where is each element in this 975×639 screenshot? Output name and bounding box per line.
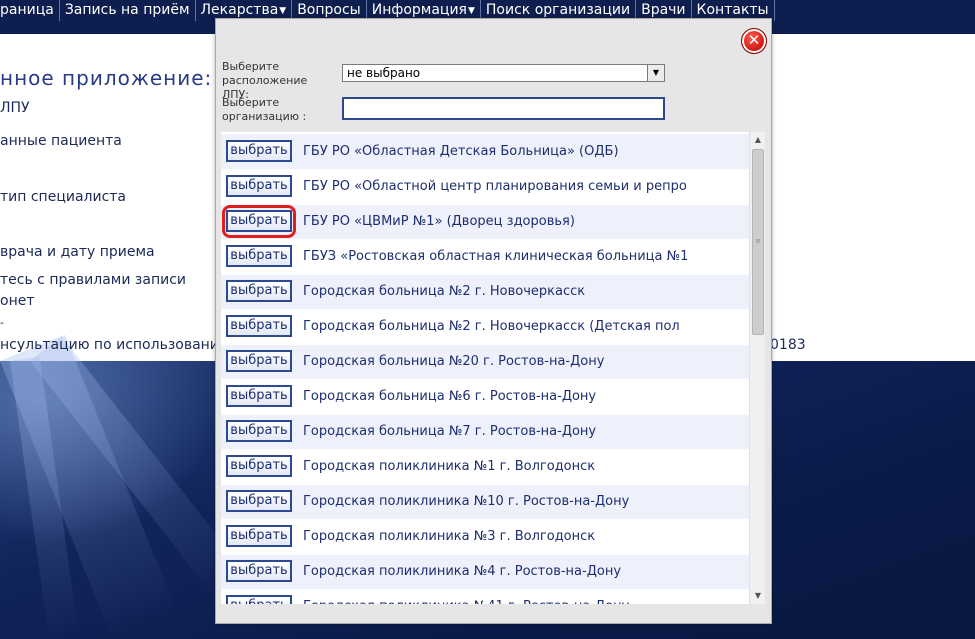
organization-name: Городская больница №2 г. Новочеркасск (Д…: [303, 319, 680, 334]
phone-fragment: 0183: [770, 337, 806, 353]
page-title: нное приложение: Ре: [0, 66, 247, 90]
organization-name: ГБУ РО «Областной центр планирования сем…: [303, 179, 687, 194]
select-organization-button[interactable]: выбрать: [226, 245, 292, 267]
select-organization-button[interactable]: выбрать: [226, 595, 292, 604]
organization-picker-dialog: ✕ Выберите расположение ЛПУ: не выбрано …: [215, 18, 772, 624]
select-organization-button[interactable]: выбрать: [226, 420, 292, 442]
step-text: -: [0, 316, 4, 329]
organization-row: выбрать Городская больница №2 г. Новочерк…: [221, 309, 749, 345]
organization-name: ГБУЗ «Ростовская областная клиническая б…: [303, 249, 689, 264]
step-text: анные пациента: [0, 133, 122, 149]
organization-row: выбрать Городская поликлиника №3 г. Волго…: [221, 519, 749, 555]
step-text: тип специалиста: [0, 189, 127, 205]
select-organization-button[interactable]: выбрать: [226, 350, 292, 372]
organization-row: выбрать ГБУ РО «Областной центр планирова…: [221, 169, 749, 205]
organization-row: выбрать Городская поликлиника №4 г. Росто…: [221, 554, 749, 590]
organization-row: выбрать Городская больница №2 г. Новочерк…: [221, 274, 749, 310]
organization-row: выбрать Городская поликлиника №1 г. Волго…: [221, 449, 749, 485]
organization-row: выбрать Городская больница №6 г. Ростов-н…: [221, 379, 749, 415]
organization-name: Городская больница №20 г. Ростов-на-Дону: [303, 354, 605, 369]
organization-name: ГБУ РО «ЦВМиР №1» (Дворец здоровья): [303, 214, 575, 229]
chevron-down-icon[interactable]: ▼: [647, 65, 664, 81]
highlight-ring: [222, 205, 296, 238]
organization-name: Городская больница №6 г. Ростов-на-Дону: [303, 389, 597, 404]
scroll-down-icon[interactable]: ▼: [750, 588, 765, 604]
step-text: врача и дату приема: [0, 244, 155, 260]
location-select-value: не выбрано: [347, 66, 421, 80]
organization-list: выбрать Городская поликлиника №41 г. Рост…: [221, 132, 765, 604]
organization-row: выбрать ГБУЗ «Ростовская областная клинич…: [221, 239, 749, 275]
step-text: нсультацию по использовани: [0, 337, 219, 353]
nav-item-label: Вопросы: [297, 2, 361, 18]
select-organization-button[interactable]: выбрать: [226, 315, 292, 337]
organization-name: Городская поликлиника №1 г. Волгодонск: [303, 459, 596, 474]
organization-name: Городская поликлиника №10 г. Ростов-на-Д…: [303, 494, 630, 509]
nav-item-label: Информация: [371, 2, 467, 18]
select-organization-button[interactable]: выбрать: [226, 490, 292, 512]
select-organization-button[interactable]: выбрать: [226, 385, 292, 407]
nav-item-label: Лекарства: [200, 2, 279, 18]
select-organization-button[interactable]: выбрать: [226, 525, 292, 547]
select-organization-button[interactable]: выбрать: [226, 175, 292, 197]
select-organization-button[interactable]: выбрать: [226, 560, 292, 582]
nav-item[interactable]: раница: [0, 0, 60, 21]
close-icon: ✕: [747, 31, 761, 49]
grip-icon: ≡: [755, 237, 761, 245]
nav-item-label: Врачи: [641, 2, 686, 18]
step-text: ЛПУ: [0, 100, 30, 116]
nav-item[interactable]: Запись на приём: [60, 0, 196, 21]
organization-name: Городская больница №2 г. Новочеркасск: [303, 284, 586, 299]
scroll-up-icon[interactable]: ▲: [750, 132, 765, 148]
organization-row: выбрать Городская больница №20 г. Ростов-…: [221, 344, 749, 380]
organization-name: Городская поликлиника №3 г. Волгодонск: [303, 529, 596, 544]
organization-name: Городская поликлиника №41 г. Ростов-на-Д…: [303, 589, 743, 604]
nav-item-label: Запись на приём: [64, 2, 190, 18]
select-organization-button[interactable]: выбрать: [226, 455, 292, 477]
select-organization-button[interactable]: выбрать: [226, 140, 292, 162]
organization-row: выбрать ГБУ РО «Областная Детская Больниц…: [221, 134, 749, 170]
organization-name: Городская больница №7 г. Ростов-на-Дону: [303, 424, 597, 439]
select-organization-button[interactable]: выбрать: [226, 280, 292, 302]
organization-row: выбрать ГБУ РО «ЦВМиР №1» (Дворец здоровь…: [221, 204, 749, 240]
list-scrollbar[interactable]: ▲ ≡ ▼: [749, 132, 765, 604]
nav-item-label: раница: [0, 2, 54, 18]
step-text: тесь с правилами записи: [0, 272, 186, 288]
nav-item-label: Контакты: [696, 2, 769, 18]
organization-name: ГБУ РО «Областная Детская Больница» (ОДБ…: [303, 144, 619, 159]
organization-label: Выберите организацию :: [222, 96, 307, 123]
scrollbar-thumb[interactable]: ≡: [752, 149, 764, 335]
nav-item-label: Поиск организации: [485, 2, 631, 18]
location-select[interactable]: не выбрано ▼: [342, 64, 665, 82]
close-button[interactable]: ✕: [741, 28, 767, 54]
dropdown-caret-icon: ▼: [467, 6, 475, 16]
organization-search-input[interactable]: [342, 97, 665, 120]
organization-row: выбрать Городская поликлиника №41 г. Рост…: [221, 589, 749, 604]
organization-row: выбрать Городская поликлиника №10 г. Рост…: [221, 484, 749, 520]
organization-row: выбрать Городская больница №7 г. Ростов-н…: [221, 414, 749, 450]
dropdown-caret-icon: ▼: [279, 6, 287, 16]
organization-name: Городская поликлиника №4 г. Ростов-на-До…: [303, 564, 622, 579]
step-text: онет: [0, 293, 35, 309]
